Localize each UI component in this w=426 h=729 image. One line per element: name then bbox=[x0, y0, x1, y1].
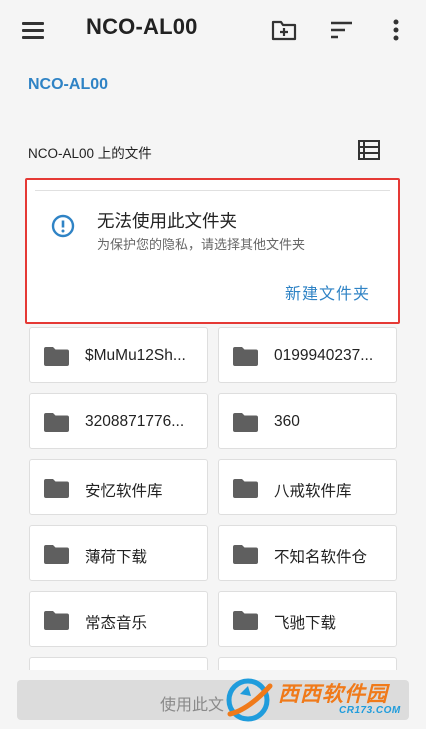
more-vert-icon[interactable] bbox=[382, 16, 410, 44]
use-this-folder-label: 使用此文 bbox=[160, 697, 225, 714]
folder-name: $MuMu12Sh... bbox=[85, 347, 186, 364]
folder-icon bbox=[233, 545, 258, 564]
breadcrumb[interactable]: NCO-AL00 bbox=[28, 76, 108, 94]
folder-item[interactable]: 八戒软件库 bbox=[218, 459, 397, 515]
folder-icon bbox=[44, 611, 69, 630]
new-folder-button[interactable]: 新建文件夹 bbox=[285, 280, 370, 304]
folder-name: 360 bbox=[274, 413, 300, 430]
folder-name: 薄荷下载 bbox=[85, 549, 148, 566]
info-icon bbox=[51, 214, 75, 238]
list-view-icon[interactable] bbox=[358, 140, 380, 160]
folder-item[interactable]: 飞驰下载 bbox=[218, 591, 397, 647]
folder-name: 飞驰下载 bbox=[274, 615, 337, 632]
folder-icon bbox=[44, 347, 69, 366]
folder-name: 八戒软件库 bbox=[274, 483, 352, 500]
watermark-domain: CR173.COM bbox=[339, 705, 401, 716]
folder-unavailable-notice: 无法使用此文件夹 为保护您的隐私，请选择其他文件夹 新建文件夹 bbox=[25, 178, 400, 324]
menu-icon[interactable] bbox=[20, 19, 46, 41]
folder-name: 3208871776... bbox=[85, 413, 185, 430]
app-bar: NCO-AL00 bbox=[0, 0, 426, 60]
watermark-brand: 西西软件园 bbox=[278, 683, 388, 706]
folder-icon bbox=[44, 545, 69, 564]
folder-icon bbox=[233, 413, 258, 432]
folder-item[interactable]: 3208871776... bbox=[29, 393, 208, 449]
notice-heading: 无法使用此文件夹 bbox=[97, 211, 237, 231]
folder-item[interactable]: 0199940237... bbox=[218, 327, 397, 383]
folder-item[interactable]: 常态音乐 bbox=[29, 591, 208, 647]
section-title: NCO-AL00 上的文件 bbox=[28, 146, 152, 161]
folder-item[interactable]: 薄荷下载 bbox=[29, 525, 208, 581]
watermark-logo: 西西软件园 CR173.COM bbox=[222, 676, 426, 726]
folder-item[interactable]: 360 bbox=[218, 393, 397, 449]
folder-name: 不知名软件仓 bbox=[274, 549, 368, 566]
sort-icon[interactable] bbox=[328, 16, 356, 44]
app-title: NCO-AL00 bbox=[86, 14, 198, 39]
folder-name: 常态音乐 bbox=[85, 615, 148, 632]
folder-icon bbox=[233, 347, 258, 366]
folder-name: 安忆软件库 bbox=[85, 483, 163, 500]
folder-icon bbox=[44, 413, 69, 432]
folder-icon bbox=[233, 479, 258, 498]
folder-name: 0199940237... bbox=[274, 347, 374, 364]
folder-icon bbox=[44, 479, 69, 498]
divider bbox=[35, 190, 390, 191]
folder-item[interactable]: 不知名软件仓 bbox=[218, 525, 397, 581]
folder-icon bbox=[233, 611, 258, 630]
folder-item[interactable]: $MuMu12Sh... bbox=[29, 327, 208, 383]
notice-subtext: 为保护您的隐私，请选择其他文件夹 bbox=[97, 237, 306, 252]
section-header: NCO-AL00 上的文件 bbox=[28, 138, 388, 164]
new-folder-icon[interactable] bbox=[270, 16, 298, 44]
folder-item[interactable]: 安忆软件库 bbox=[29, 459, 208, 515]
